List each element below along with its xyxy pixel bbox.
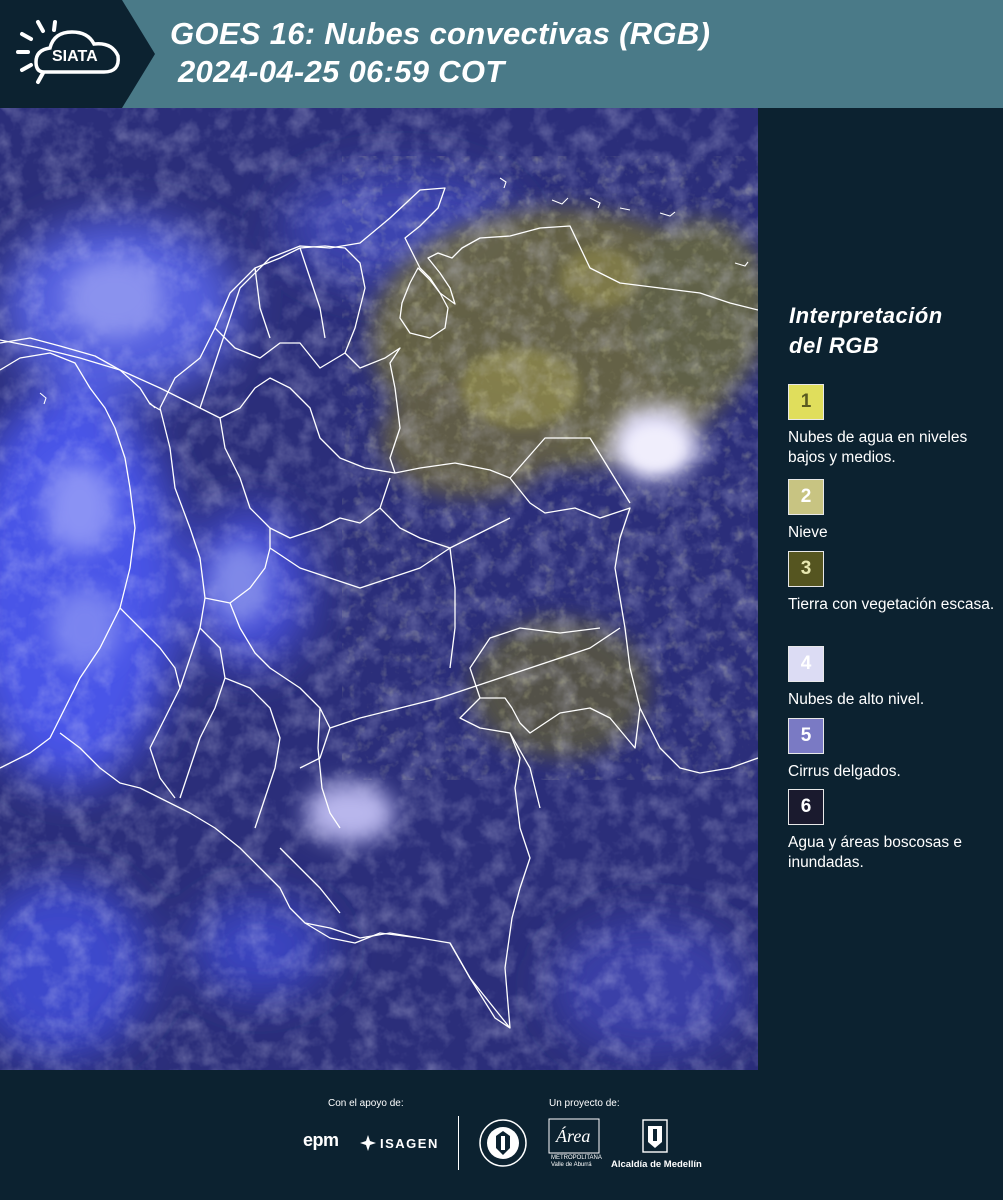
epm-logo[interactable]: epm	[303, 1130, 339, 1151]
siata-logo-text: SIATA	[52, 48, 98, 65]
area-logo-text: Área	[555, 1125, 590, 1146]
legend-swatch-3: 3	[788, 551, 824, 587]
legend-item-1: 1 Nubes de agua en niveles bajos y medio…	[788, 384, 998, 468]
legend-title-line2: del RGB	[789, 333, 880, 358]
legend-swatch-4: 4	[788, 646, 824, 682]
project-label: Un proyecto de:	[549, 1098, 620, 1109]
legend-item-6: 6 Agua y áreas boscosas e inundadas.	[788, 789, 998, 873]
legend-title: Interpretación del RGB	[789, 301, 943, 361]
legend-swatch-2: 2	[788, 479, 824, 515]
area-subtitle-line2: Valle de Aburrá	[551, 1162, 592, 1168]
siata-logo[interactable]: SIATA	[0, 0, 155, 108]
legend-swatch-6: 6	[788, 789, 824, 825]
area-subtitle: METROPOLITANA Valle de Aburrá	[551, 1155, 602, 1169]
area-subtitle-line1: METROPOLITANA	[551, 1155, 602, 1161]
legend-label-3: Tierra con vegetación escasa.	[788, 596, 995, 613]
legend-item-3: 3 Tierra con vegetación escasa.	[788, 551, 998, 615]
header-bar: SIATA GOES 16: Nubes convectivas (RGB) 2…	[0, 0, 1003, 108]
medellin-seal-icon[interactable]	[478, 1118, 528, 1168]
isagen-mark-icon	[360, 1135, 376, 1151]
legend-label-5: Cirrus delgados.	[788, 763, 901, 780]
alcaldia-label: Alcaldía de Medellín	[611, 1159, 702, 1170]
isagen-text: ISAGEN	[380, 1135, 439, 1151]
legend-label-1: Nubes de agua en niveles bajos y medios.	[788, 429, 968, 466]
legend-label-2: Nieve	[788, 524, 828, 541]
page-title: GOES 16: Nubes convectivas (RGB)	[170, 16, 711, 51]
legend-panel: Interpretación del RGB 1 Nubes de agua e…	[758, 108, 1003, 1070]
legend-label-4: Nubes de alto nivel.	[788, 691, 925, 708]
legend-swatch-5: 5	[788, 718, 824, 754]
footer-divider	[458, 1116, 459, 1170]
legend-label-6: Agua y áreas boscosas e inundadas.	[788, 834, 963, 871]
support-label: Con el apoyo de:	[328, 1098, 404, 1109]
page: SIATA GOES 16: Nubes convectivas (RGB) 2…	[0, 0, 1003, 1200]
area-metropolitana-logo[interactable]: Área	[548, 1118, 600, 1154]
legend-swatch-1: 1	[788, 384, 824, 420]
footer-sponsors: Con el apoyo de: Un proyecto de: epm ISA…	[0, 1070, 1003, 1200]
legend-title-line1: Interpretación	[789, 303, 943, 328]
legend-item-2: 2 Nieve	[788, 479, 998, 543]
isagen-logo[interactable]: ISAGEN	[360, 1133, 439, 1153]
timestamp: 2024-04-25 06:59 COT	[178, 54, 505, 89]
satellite-map[interactable]	[0, 108, 758, 1070]
legend-item-5: 5 Cirrus delgados.	[788, 718, 998, 782]
alcaldia-shield-icon[interactable]	[640, 1118, 670, 1156]
legend-item-4: 4 Nubes de alto nivel.	[788, 646, 998, 710]
